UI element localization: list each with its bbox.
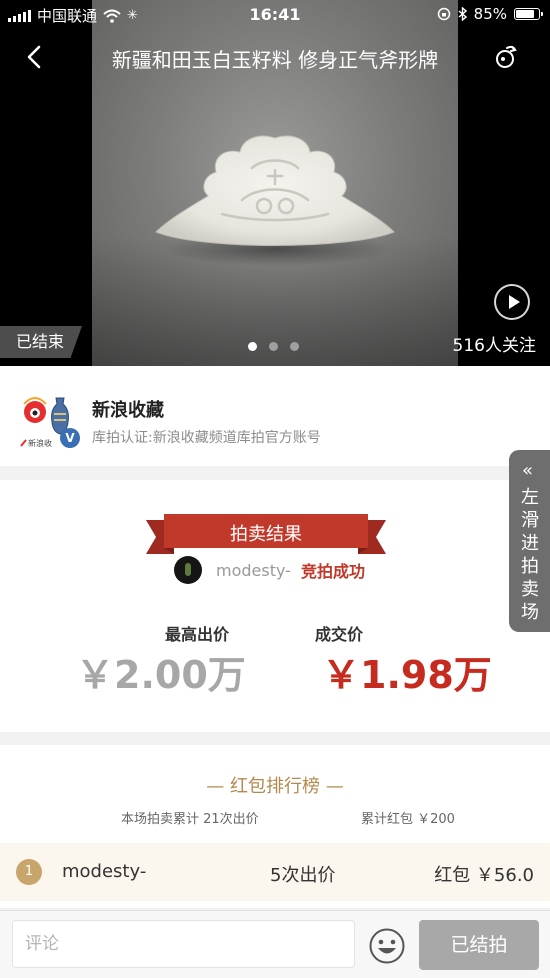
seller-card[interactable]: 新浪收 V 新浪收藏 库拍认证:新浪收藏频道库拍官方账号 [0, 366, 550, 466]
status-bar: 中国联通 ✳ 16:41 85% [0, 0, 550, 28]
winner-name[interactable]: modesty- [216, 561, 291, 580]
avatar[interactable] [174, 556, 202, 584]
total-bonus: 累计红包 ￥200 [361, 812, 455, 827]
deal-price-label: 成交价 [315, 625, 364, 644]
rank-user-name[interactable]: modesty- [62, 861, 146, 882]
battery-percent: 85% [473, 5, 507, 23]
double-chevron-left-icon: « [522, 460, 534, 481]
seller-logo-text: 新浪收 [28, 439, 52, 448]
carousel-dot-3[interactable] [290, 342, 299, 351]
play-icon [509, 295, 520, 309]
bottom-bar: 已结拍 [0, 910, 550, 978]
winner-row[interactable]: modesty- 竞拍成功 [174, 556, 365, 584]
swipe-to-auction-tab[interactable]: « 左滑进拍卖场 [509, 450, 550, 632]
comment-input[interactable] [12, 920, 355, 968]
carousel-dots [248, 342, 299, 351]
carousel-dot-2[interactable] [269, 342, 278, 351]
red-packet-ranking: — 红包排行榜 — 本场拍卖累计 21次出价 累计红包 ￥200 1 modes… [0, 745, 550, 908]
share-button[interactable] [488, 40, 522, 74]
deal-price-value: ￥1.98万 [322, 653, 492, 697]
total-bids: 本场拍卖累计 21次出价 [121, 812, 259, 827]
page-title: 新疆和田玉白玉籽料 修身正气斧形牌 [111, 48, 439, 72]
battery-icon [514, 8, 543, 20]
ranking-title: — 红包排行榜 — [206, 776, 344, 797]
table-row[interactable]: 1 modesty- 5次出价 红包 ￥56.0 [0, 843, 550, 901]
bluetooth-icon [458, 7, 467, 21]
highest-bid-value: ￥2.00万 [76, 653, 246, 697]
product-media[interactable]: 中国联通 ✳ 16:41 85% 新疆和田玉白玉籽料 修身正气斧形牌 已结束 5… [0, 0, 550, 366]
ribbon-label: 拍卖结果 [230, 524, 302, 545]
ended-tag: 已结束 [0, 326, 82, 358]
title-bar: 新疆和田玉白玉籽料 修身正气斧形牌 [0, 36, 550, 78]
battery-level [516, 10, 534, 18]
emoji-icon [369, 928, 405, 964]
auction-result-card: 拍卖结果 modesty- 竞拍成功 最高出价 ￥2.00万 成交价 ￥1.98… [0, 480, 550, 732]
highest-bid-label: 最高出价 [165, 625, 230, 644]
rank-bid-count: 5次出价 [270, 865, 336, 886]
rank-number: 1 [16, 859, 42, 885]
result-ribbon: 拍卖结果 [146, 498, 386, 554]
share-icon [496, 45, 517, 68]
seller-certification: 库拍认证:新浪收藏频道库拍官方账号 [92, 430, 321, 446]
swipe-tab-label: 左滑进拍卖场 [521, 487, 539, 623]
followers-count: 516人关注 [452, 336, 536, 356]
chevron-left-icon [27, 45, 41, 69]
verified-badge: V [60, 428, 80, 448]
emoji-button[interactable] [368, 927, 406, 965]
status-right: 85% [437, 5, 543, 23]
carousel-dot-1[interactable] [248, 342, 257, 351]
rotation-lock-icon [437, 7, 450, 21]
back-button[interactable] [18, 40, 52, 74]
winner-status: 竞拍成功 [300, 562, 365, 581]
seller-name[interactable]: 新浪收藏 [92, 396, 164, 422]
play-video-button[interactable] [494, 284, 530, 320]
auction-ended-button[interactable]: 已结拍 [419, 920, 539, 970]
rank-bonus: 红包 ￥56.0 [434, 865, 534, 886]
